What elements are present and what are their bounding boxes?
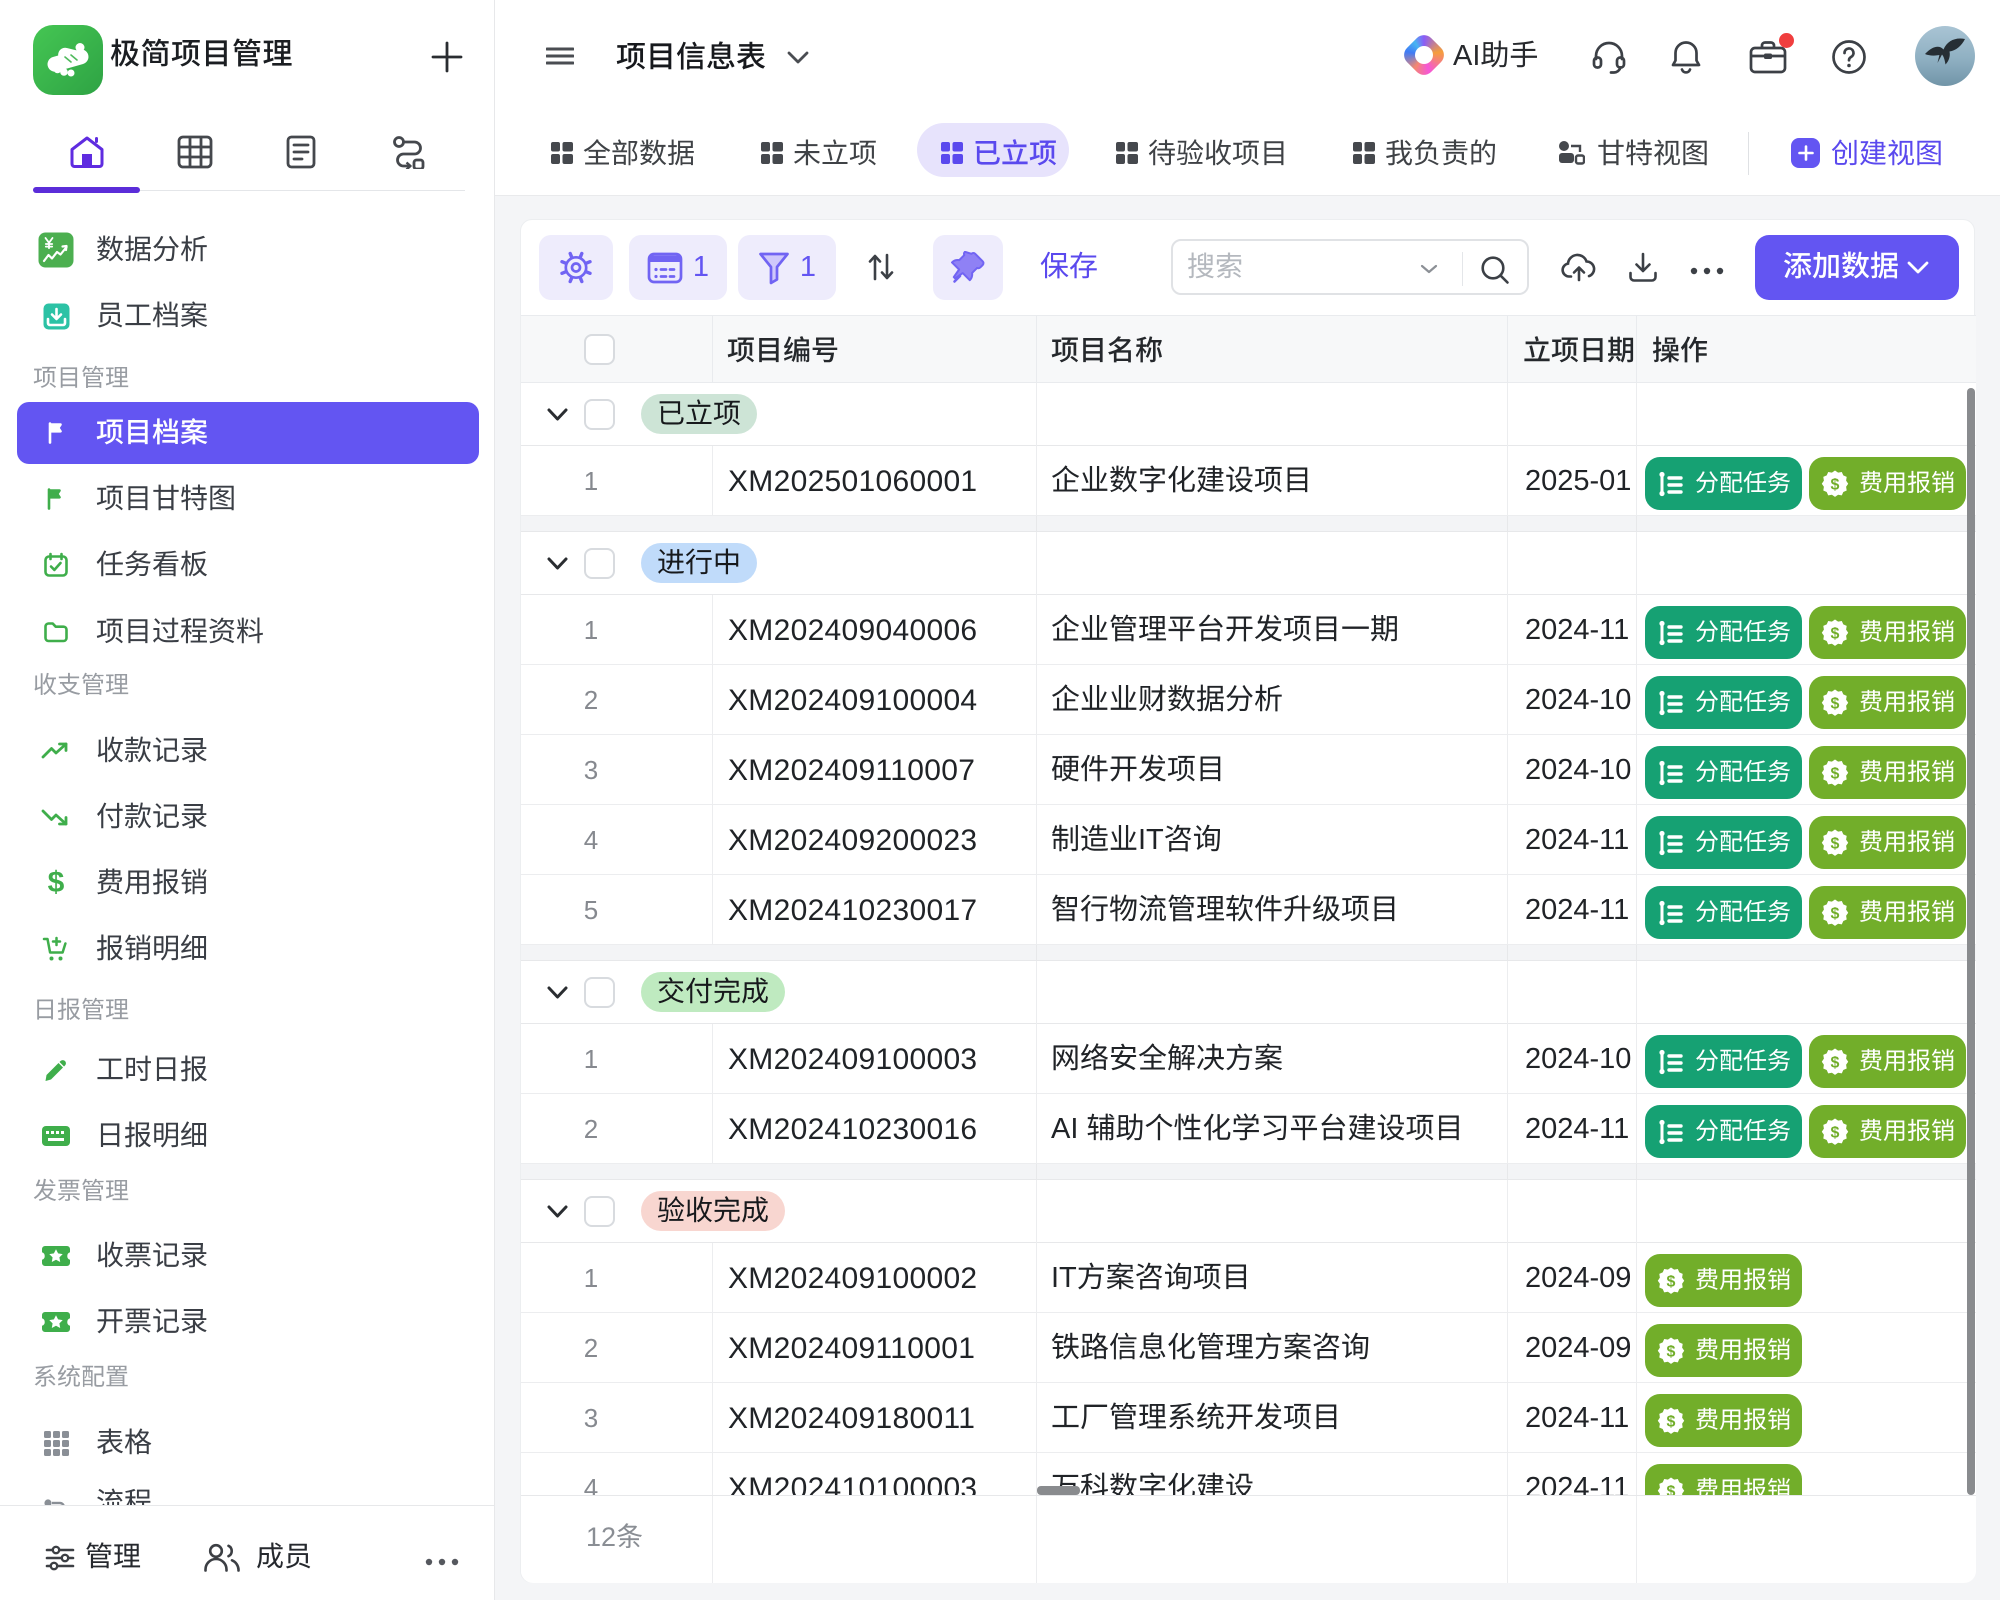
svg-text:$: $ bbox=[1667, 1413, 1676, 1430]
svg-text:$: $ bbox=[1831, 625, 1840, 642]
svg-text:$: $ bbox=[1667, 1273, 1676, 1290]
svg-text:$: $ bbox=[1831, 905, 1840, 922]
svg-text:$: $ bbox=[1831, 765, 1840, 782]
svg-text:$: $ bbox=[1667, 1483, 1676, 1495]
svg-text:$: $ bbox=[1831, 695, 1840, 712]
svg-text:$: $ bbox=[1667, 1343, 1676, 1360]
svg-text:$: $ bbox=[1831, 476, 1840, 493]
svg-text:$: $ bbox=[1831, 1054, 1840, 1071]
svg-text:$: $ bbox=[1831, 835, 1840, 852]
svg-text:$: $ bbox=[1831, 1124, 1840, 1141]
